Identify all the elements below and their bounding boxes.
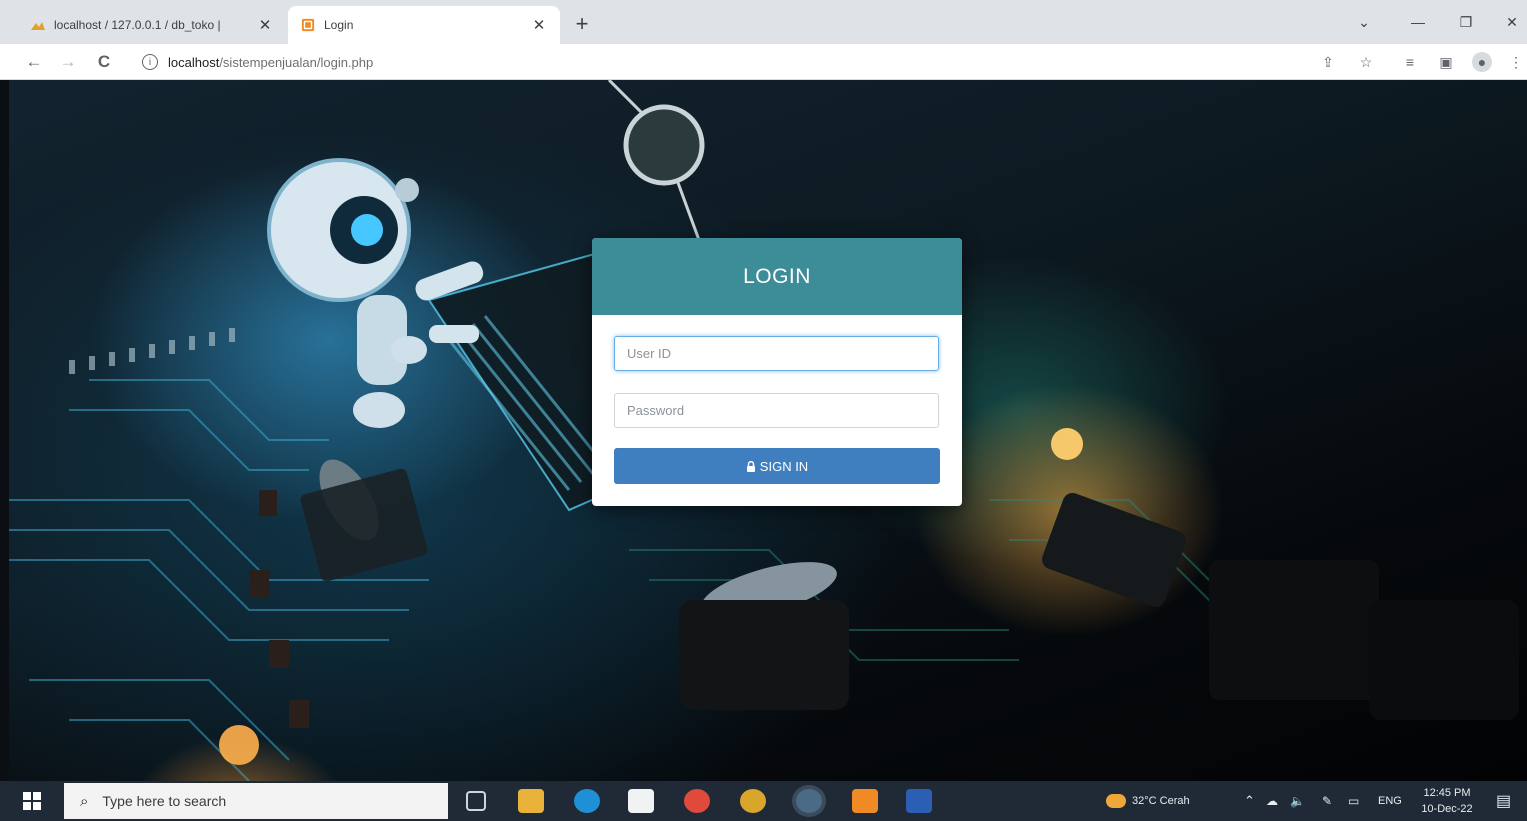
profile-avatar-icon[interactable]: ● <box>1472 52 1492 72</box>
sign-in-button[interactable]: SIGN IN <box>614 448 940 484</box>
tab-login[interactable]: Login ✕ <box>288 6 560 44</box>
close-window-button[interactable]: ✕ <box>1492 8 1527 36</box>
reload-button[interactable]: C <box>92 50 116 74</box>
weather-widget[interactable]: 32°C Cerah <box>1106 781 1190 821</box>
share-icon[interactable]: ⇪ <box>1318 52 1338 72</box>
forward-button[interactable]: → <box>56 50 80 74</box>
weather-icon <box>1106 794 1126 808</box>
url-host: localhost <box>168 54 220 70</box>
tab-title: Login <box>324 18 354 32</box>
tab-close-icon[interactable]: ✕ <box>256 16 274 34</box>
phpmyadmin-icon <box>31 22 45 30</box>
notification-icon[interactable]: ▤ <box>1496 781 1511 821</box>
tab-phpmyadmin[interactable]: localhost / 127.0.0.1 / db_toko | ✕ <box>18 6 286 44</box>
language-indicator[interactable]: ENG <box>1378 781 1402 821</box>
browser-tab-strip: localhost / 127.0.0.1 / db_toko | ✕ Logi… <box>0 0 1527 44</box>
task-view-icon[interactable] <box>466 791 486 811</box>
word-icon[interactable] <box>906 789 932 813</box>
clock-time: 12:45 PM <box>1423 787 1471 799</box>
browser-toolbar: ← → C i localhost/sistempenjualan/login.… <box>0 44 1527 80</box>
clock-date: 10-Dec-22 <box>1421 803 1473 815</box>
address-bar[interactable]: i localhost/sistempenjualan/login.php <box>132 48 1292 76</box>
password-input[interactable] <box>614 393 939 428</box>
tab-title: localhost / 127.0.0.1 / db_toko | <box>54 18 221 32</box>
xampp-taskbar-icon[interactable] <box>852 789 878 813</box>
chrome-profile-icon[interactable] <box>796 789 822 813</box>
store-icon[interactable] <box>628 789 654 813</box>
edge-browser-icon[interactable] <box>574 789 600 813</box>
restore-button[interactable]: ❐ <box>1446 8 1486 36</box>
side-panel-icon[interactable]: ▣ <box>1436 52 1456 72</box>
search-icon: ⌕ <box>80 792 89 810</box>
login-card: LOGIN SIGN IN <box>592 238 962 506</box>
login-title: LOGIN <box>592 238 962 315</box>
weather-text: 32°C Cerah <box>1132 795 1190 807</box>
search-placeholder: Type here to search <box>102 793 227 809</box>
pen-icon[interactable]: ✎ <box>1322 781 1332 821</box>
show-hidden-icons[interactable]: ⌃ <box>1244 781 1255 821</box>
sign-in-label: SIGN IN <box>759 458 809 474</box>
chrome-icon[interactable] <box>684 789 710 813</box>
windows-taskbar: ⌕ Type here to search 32°C Cerah ⌃ ☁ 🔈 ✎… <box>0 781 1527 821</box>
chrome-alt-icon[interactable] <box>740 789 766 813</box>
menu-kebab-icon[interactable]: ⋮ <box>1506 52 1526 72</box>
xampp-icon <box>301 18 315 32</box>
user-id-input[interactable] <box>614 336 939 371</box>
taskbar-search-box[interactable]: ⌕ Type here to search <box>64 783 448 819</box>
file-explorer-icon[interactable] <box>518 789 544 813</box>
volume-icon[interactable]: 🔈 <box>1290 781 1305 821</box>
url-path: /sistempenjualan/login.php <box>219 54 374 70</box>
lock-icon <box>746 460 755 472</box>
taskbar-clock[interactable]: 12:45 PM 10-Dec-22 <box>1415 785 1479 817</box>
battery-icon[interactable]: ▭ <box>1348 781 1359 821</box>
reading-list-icon[interactable]: ≡ <box>1400 52 1420 72</box>
windows-start-icon[interactable] <box>22 791 42 811</box>
back-button[interactable]: ← <box>22 50 46 74</box>
page-viewport: LOGIN SIGN IN <box>9 80 1527 781</box>
site-info-icon[interactable]: i <box>142 54 158 70</box>
network-icon[interactable]: ☁ <box>1266 781 1278 821</box>
tab-close-icon[interactable]: ✕ <box>530 16 548 34</box>
new-tab-button[interactable]: + <box>568 10 596 38</box>
tab-search-icon[interactable]: ⌄ <box>1344 8 1384 36</box>
minimize-button[interactable]: — <box>1398 8 1438 36</box>
bookmark-star-icon[interactable]: ☆ <box>1356 52 1376 72</box>
